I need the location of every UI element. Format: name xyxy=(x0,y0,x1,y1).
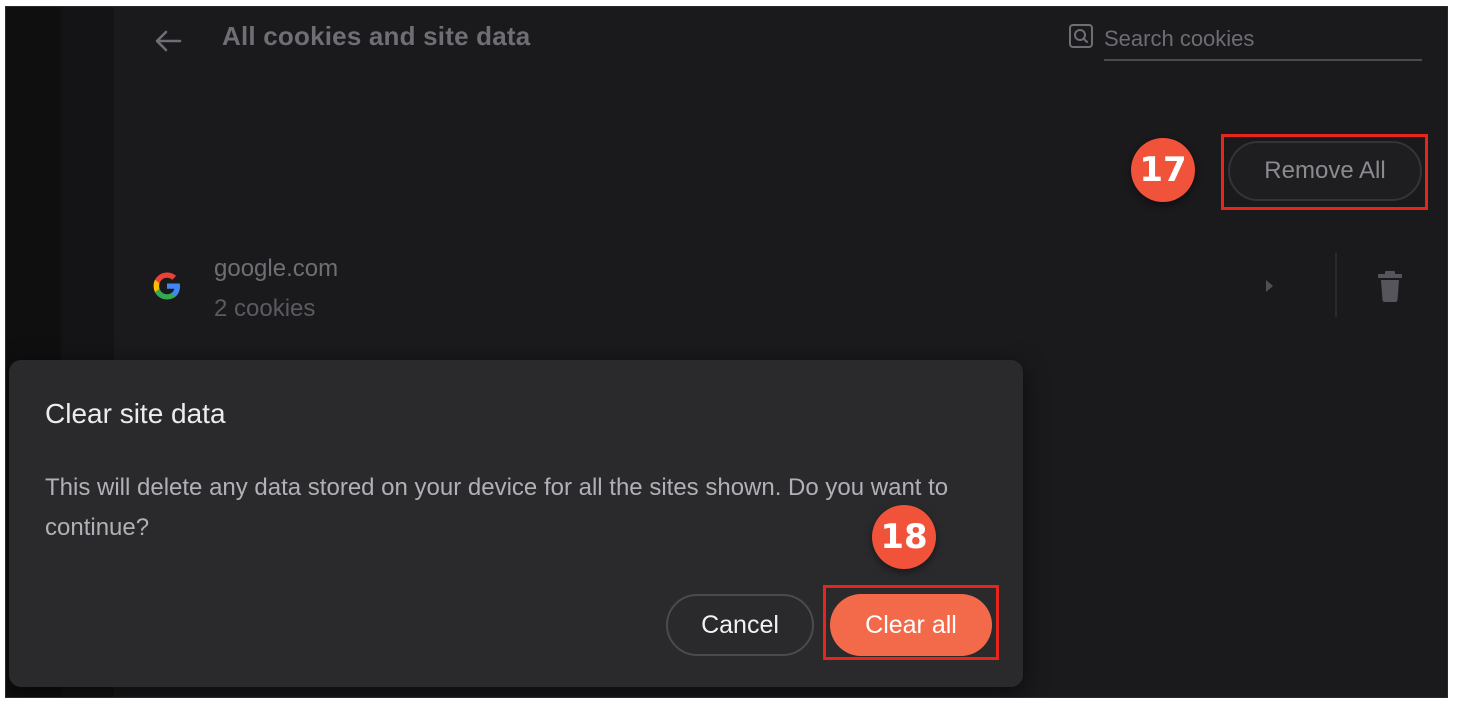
site-cookie-count: 2 cookies xyxy=(214,295,316,322)
search-icon xyxy=(1069,24,1093,48)
step-badge-17: 17 xyxy=(1131,138,1195,202)
site-row-google[interactable]: google.com 2 cookies xyxy=(114,245,1447,325)
chevron-right-icon[interactable] xyxy=(1258,275,1280,297)
row-divider xyxy=(1335,253,1337,317)
trash-icon[interactable] xyxy=(1376,269,1404,303)
site-name: google.com xyxy=(214,255,339,282)
browser-window: All cookies and site data 17 Remove All … xyxy=(5,6,1448,698)
back-arrow-icon[interactable] xyxy=(152,25,184,57)
remove-all-button[interactable]: Remove All xyxy=(1228,141,1422,201)
dialog-title: Clear site data xyxy=(45,398,226,429)
page-title: All cookies and site data xyxy=(222,21,531,51)
step-badge-18: 18 xyxy=(872,505,936,569)
search-input[interactable] xyxy=(1104,19,1422,61)
google-icon xyxy=(153,272,180,300)
dialog-message: This will delete any data stored on your… xyxy=(45,474,949,541)
search-box xyxy=(1066,17,1426,67)
clear-site-data-dialog: Clear site data This will delete any dat… xyxy=(9,360,1023,687)
cancel-button[interactable]: Cancel xyxy=(666,594,814,656)
clear-all-button[interactable]: Clear all xyxy=(830,594,992,656)
